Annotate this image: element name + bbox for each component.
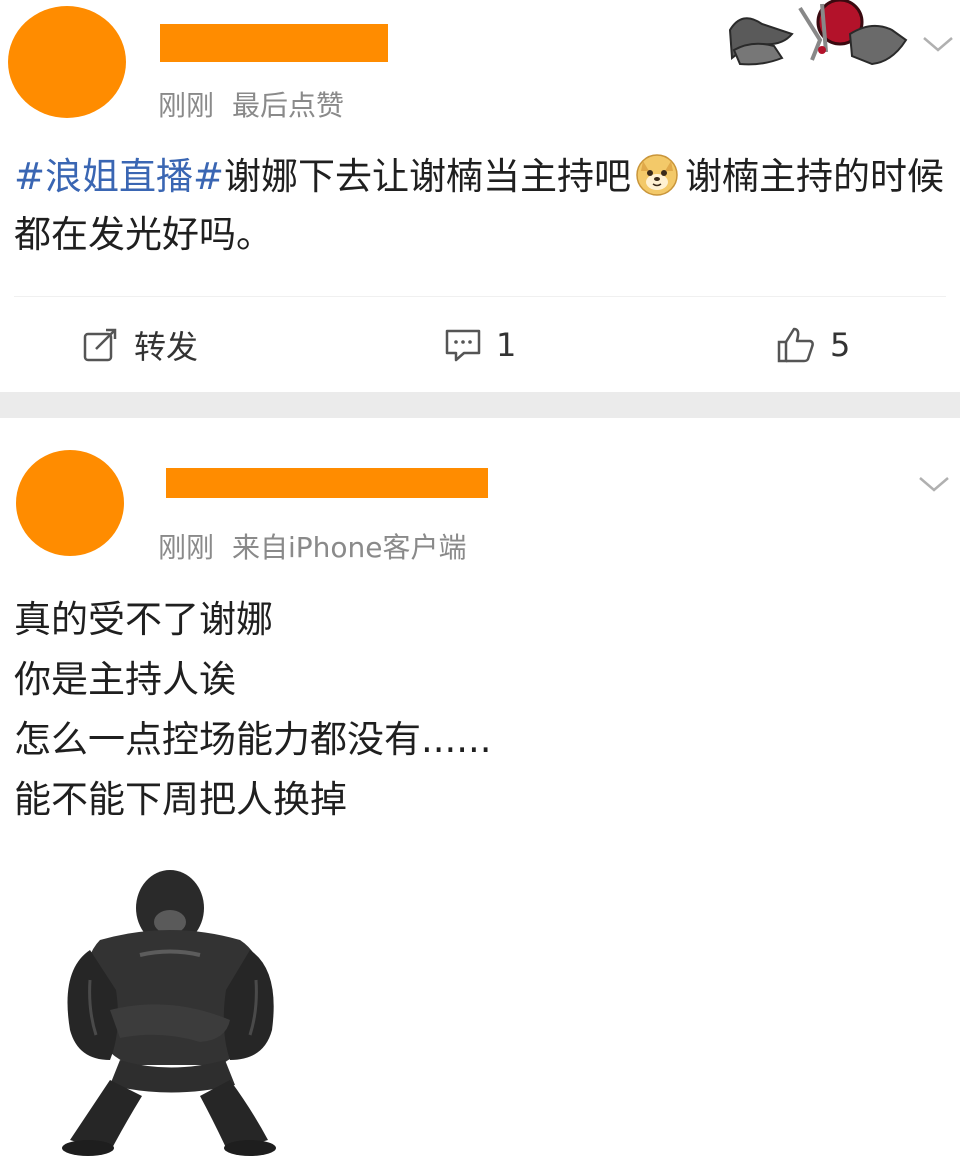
repost-label: 转发: [134, 328, 199, 366]
post-text-line: 能不能下周把人换掉: [14, 778, 347, 821]
action-divider: [14, 296, 946, 297]
post-text-line: 真的受不了谢娜: [14, 598, 273, 641]
post-time: 刚刚: [158, 531, 215, 564]
chevron-down-icon[interactable]: [918, 28, 958, 58]
post-source: 来自iPhone客户端: [232, 531, 467, 564]
repost-button[interactable]: 转发: [82, 320, 198, 370]
post-meta: 刚刚 最后点赞: [158, 84, 362, 124]
comment-icon: [445, 329, 481, 362]
like-count: 5: [830, 326, 851, 364]
doge-emoji-icon: [636, 154, 678, 196]
weibo-post-1: 刚刚最后点赞 #浪姐直播#谢娜下去让谢楠当主持吧 谢楠主持的时候都在发光好吗。: [0, 0, 960, 392]
post-2-text: 真的受不了谢娜 你是主持人诶 怎么一点控场能力都没有...... 能不能下周把人…: [14, 590, 492, 830]
post-text-part-1: 谢娜下去让谢楠当主持吧: [224, 155, 632, 198]
post-meta: 刚刚 来自iPhone客户端: [158, 526, 485, 566]
post-time: 刚刚: [158, 89, 215, 122]
like-icon: [777, 327, 814, 363]
like-button[interactable]: 5: [776, 320, 850, 370]
share-icon: [83, 328, 117, 362]
username-redacted[interactable]: [160, 24, 388, 62]
avatar[interactable]: [8, 6, 126, 118]
gorilla-sticker-image[interactable]: [30, 860, 320, 1160]
post-meta-detail: 最后点赞: [232, 89, 345, 122]
hashtag-link[interactable]: #浪姐直播#: [14, 155, 224, 198]
post-text: #浪姐直播#谢娜下去让谢楠当主持吧 谢楠主持的时候都在发光好吗。: [14, 148, 944, 264]
avatar[interactable]: [16, 450, 124, 556]
post-separator: [0, 392, 960, 418]
username-redacted[interactable]: [166, 468, 488, 498]
post-text-line: 你是主持人诶: [14, 658, 236, 701]
action-bar: 转发 1 5: [0, 310, 960, 380]
chevron-down-icon[interactable]: [914, 468, 954, 498]
comment-button[interactable]: 1: [444, 320, 516, 370]
comment-count: 1: [496, 326, 517, 364]
decorative-sticker-icon: [728, 0, 908, 66]
post-text-line: 怎么一点控场能力都没有......: [14, 718, 492, 761]
